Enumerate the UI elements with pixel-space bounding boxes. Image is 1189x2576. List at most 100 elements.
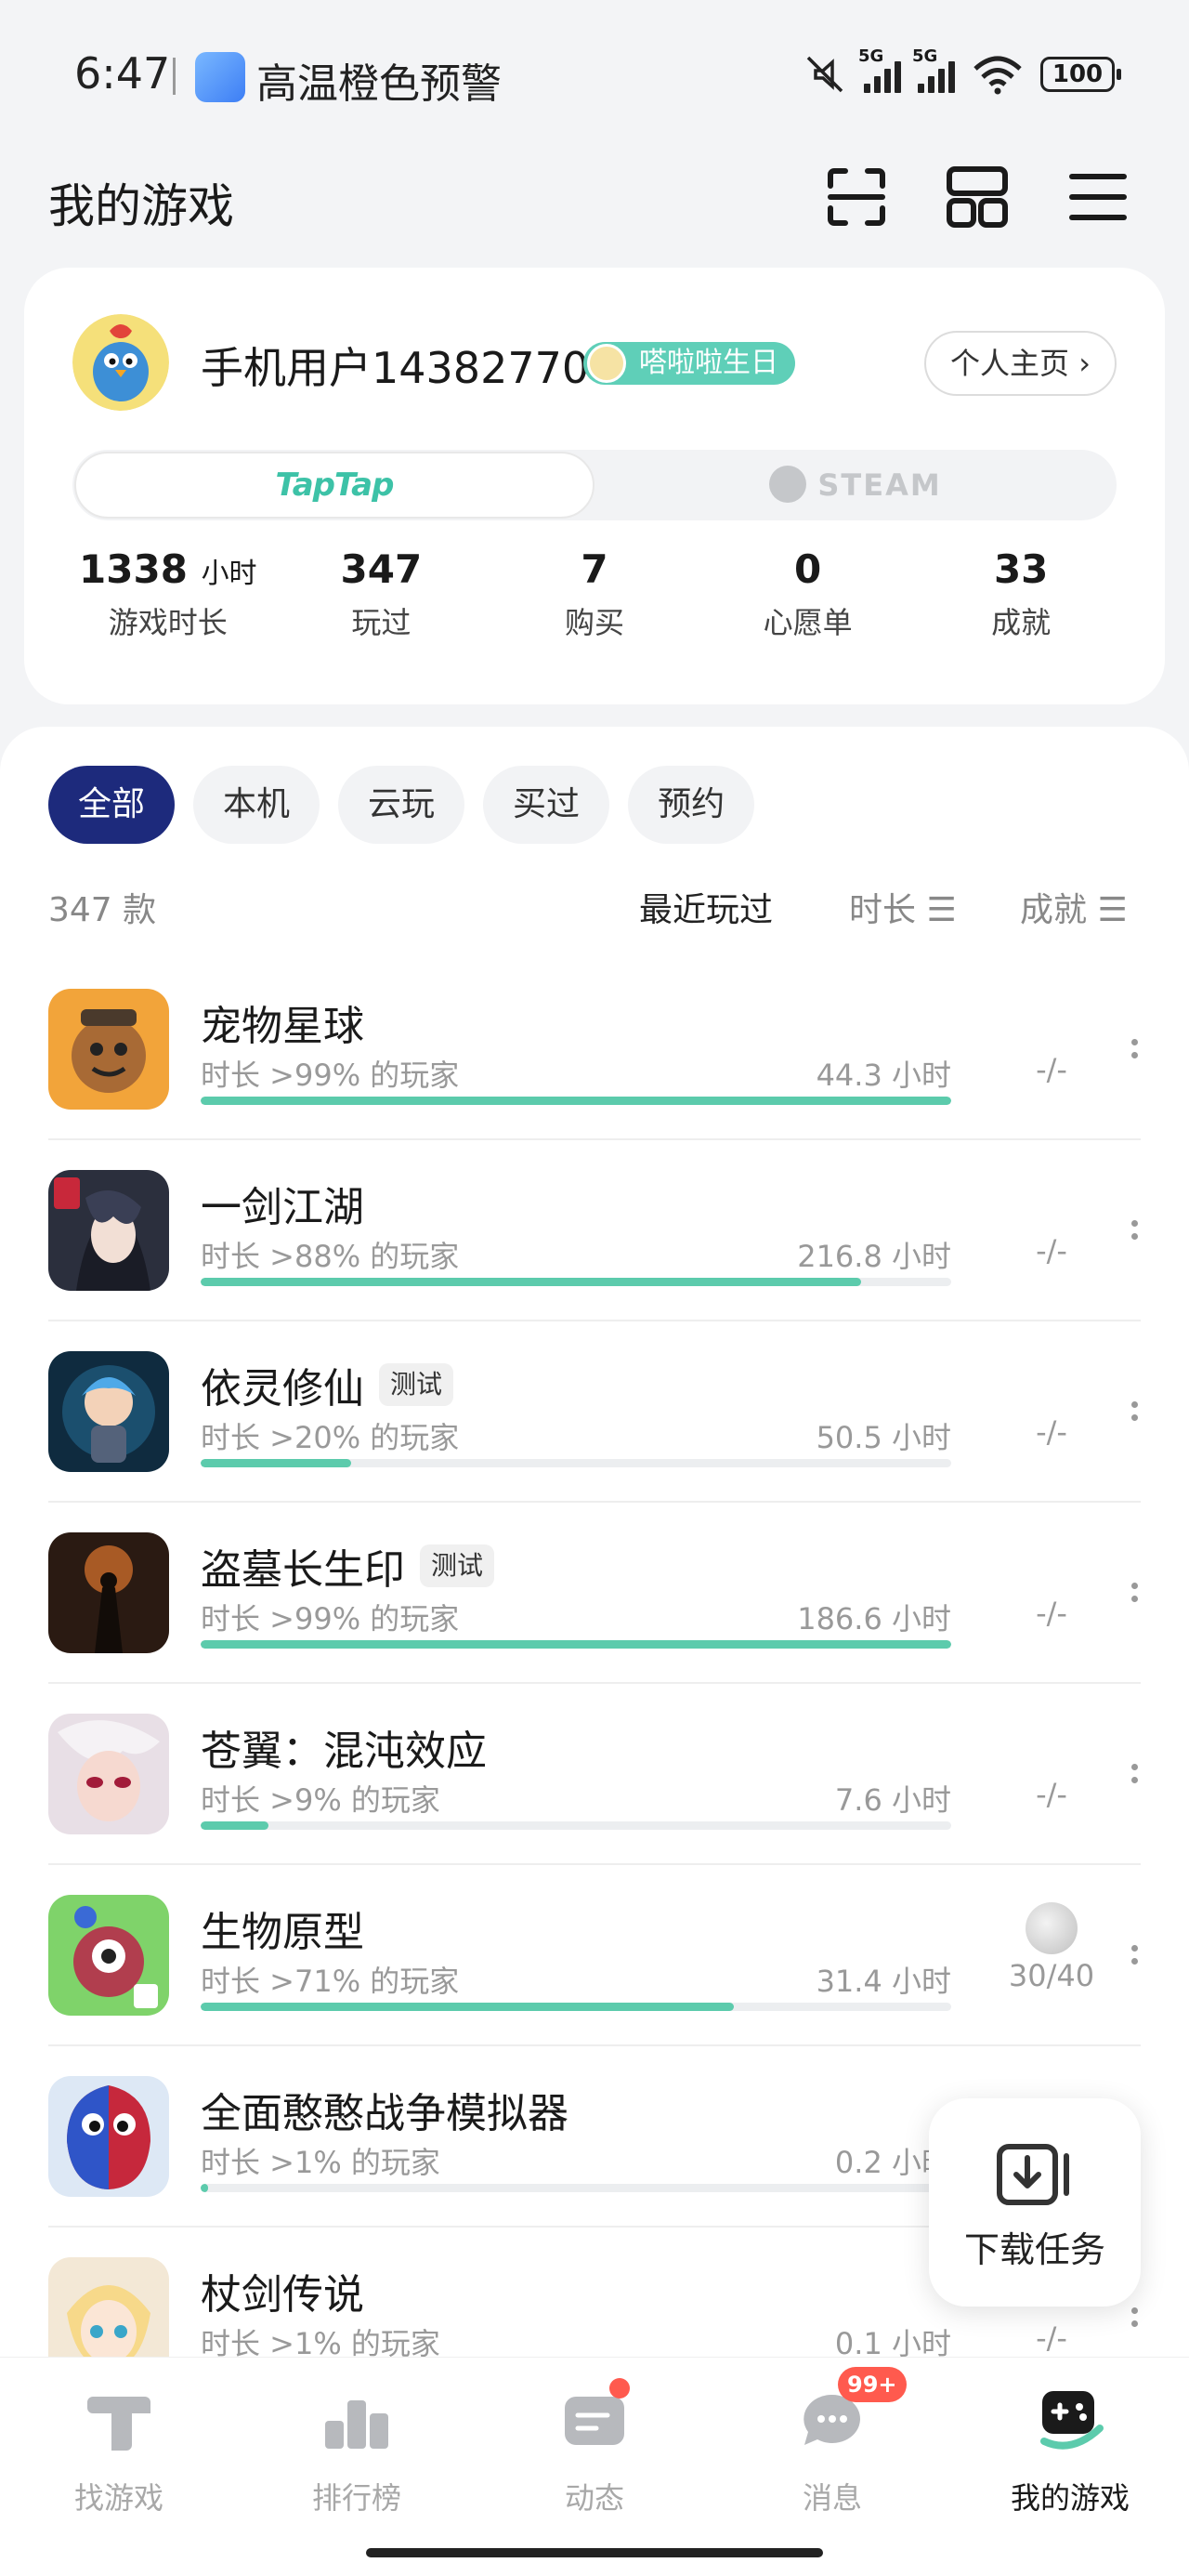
game-icon bbox=[48, 1714, 169, 1834]
steam-icon bbox=[769, 466, 807, 503]
game-name: 盗墓长生印 测试 bbox=[201, 1536, 495, 1596]
stat-wishlist[interactable]: 0 心愿单 bbox=[701, 546, 915, 642]
game-rank: 时长 >1% 的玩家 bbox=[201, 2145, 440, 2180]
progress-fill bbox=[201, 2003, 734, 2011]
list-item[interactable]: 苍翼：混沌效应 时长 >9% 的玩家 7.6 小时 -/- bbox=[48, 1684, 1141, 1865]
avatar[interactable] bbox=[72, 314, 169, 411]
game-name: 生物原型 bbox=[201, 1899, 364, 1958]
stat-value: 1338 小时 bbox=[61, 546, 275, 592]
game-title: 宠物星球 bbox=[201, 1003, 364, 1050]
more-icon[interactable] bbox=[1131, 1220, 1141, 1257]
list-item[interactable]: 盗墓长生印 测试 时长 >99% 的玩家 186.6 小时 -/- bbox=[48, 1503, 1141, 1684]
download-task-label: 下载任务 bbox=[963, 2229, 1105, 2270]
weather-alert: 高温橙色预警 bbox=[256, 60, 502, 108]
test-badge: 测试 bbox=[379, 1363, 454, 1406]
more-icon[interactable] bbox=[1131, 1764, 1141, 1801]
sort-duration[interactable]: 时长 ☰ bbox=[849, 883, 957, 931]
stat-playtime[interactable]: 1338 小时 游戏时长 bbox=[61, 546, 275, 642]
feed-unread-dot bbox=[609, 2378, 630, 2399]
scan-icon[interactable] bbox=[819, 160, 894, 234]
game-achievement: -/- bbox=[1036, 1777, 1067, 1812]
mute-icon bbox=[806, 56, 843, 93]
platform-switch: TapTap STEAM bbox=[72, 450, 1117, 520]
sort-achievement[interactable]: 成就 ☰ bbox=[1020, 883, 1128, 931]
sort-recent[interactable]: 最近玩过 bbox=[639, 883, 773, 931]
playtime-progress bbox=[201, 1459, 951, 1467]
tab-taptap[interactable]: TapTap bbox=[74, 452, 594, 519]
game-rank: 时长 >20% 的玩家 bbox=[201, 1420, 460, 1455]
stat-unit: 小时 bbox=[201, 558, 257, 590]
nav-messages[interactable]: 99+ 消息 bbox=[749, 2367, 916, 2517]
test-badge: 测试 bbox=[420, 1544, 495, 1587]
message-count-badge: 99+ bbox=[838, 2367, 907, 2402]
game-icon bbox=[48, 989, 169, 1110]
game-title: 全面憨憨战争模拟器 bbox=[201, 2090, 568, 2137]
more-icon[interactable] bbox=[1131, 1583, 1141, 1620]
status-bar: 6:47 高温橙色预警 5G 5G 100 bbox=[0, 0, 1189, 139]
game-name: 杖剑传说 bbox=[201, 2261, 364, 2320]
game-title: 生物原型 bbox=[201, 1909, 364, 1956]
stat-purchased[interactable]: 7 购买 bbox=[488, 546, 701, 642]
list-item[interactable]: 生物原型 时长 >71% 的玩家 31.4 小时 30/40 bbox=[48, 1865, 1141, 2046]
download-task-button[interactable]: 下载任务 bbox=[929, 2098, 1141, 2307]
game-icon bbox=[48, 2076, 169, 2197]
game-title: 盗墓长生印 bbox=[201, 1546, 405, 1594]
filter-bought[interactable]: 买过 bbox=[483, 766, 610, 844]
game-achievement: -/- bbox=[1036, 1596, 1067, 1631]
stat-achievements[interactable]: 33 成就 bbox=[914, 546, 1128, 642]
nav-my-games[interactable]: 我的游戏 bbox=[986, 2384, 1154, 2517]
game-name: 一剑江湖 bbox=[201, 1174, 364, 1233]
more-icon[interactable] bbox=[1131, 2307, 1141, 2345]
stat-label: 玩过 bbox=[351, 605, 412, 640]
signal-5g-icon-2: 5G bbox=[912, 46, 955, 93]
playtime-progress bbox=[201, 1821, 951, 1830]
game-title: 依灵修仙 bbox=[201, 1365, 364, 1413]
home-indicator[interactable] bbox=[366, 2548, 823, 2557]
profile-home-button[interactable]: 个人主页 › bbox=[924, 331, 1117, 396]
progress-fill bbox=[201, 1097, 951, 1105]
more-icon[interactable] bbox=[1131, 1401, 1141, 1439]
stat-number: 33 bbox=[993, 546, 1049, 592]
list-item[interactable]: 宠物星球 时长 >99% 的玩家 44.3 小时 -/- bbox=[48, 959, 1141, 1140]
progress-fill bbox=[201, 1278, 862, 1286]
wifi-icon bbox=[973, 56, 1022, 95]
menu-icon[interactable] bbox=[1061, 160, 1135, 234]
filter-reserved[interactable]: 预约 bbox=[628, 766, 755, 844]
game-hours: 50.5 小时 bbox=[816, 1420, 951, 1455]
tab-steam-label: STEAM bbox=[817, 467, 942, 503]
playtime-progress bbox=[201, 2003, 951, 2011]
ranking-icon bbox=[321, 2384, 392, 2454]
list-item[interactable]: 一剑江湖 时长 >88% 的玩家 216.8 小时 -/- bbox=[48, 1140, 1141, 1321]
game-achievement: 30/40 bbox=[1008, 1958, 1095, 1993]
more-icon[interactable] bbox=[1131, 1039, 1141, 1076]
game-name: 宠物星球 bbox=[201, 992, 364, 1052]
game-achievement: -/- bbox=[1036, 2320, 1067, 2356]
birthday-badge[interactable]: 嗒啦啦生日 bbox=[583, 342, 795, 385]
game-title: 苍翼：混沌效应 bbox=[201, 1728, 487, 1775]
nav-rankings[interactable]: 排行榜 bbox=[273, 2384, 440, 2517]
playtime-progress bbox=[201, 1640, 951, 1649]
filter-local[interactable]: 本机 bbox=[193, 766, 320, 844]
tab-steam[interactable]: STEAM bbox=[594, 450, 1117, 520]
stat-played[interactable]: 347 玩过 bbox=[275, 546, 489, 642]
filter-all[interactable]: 全部 bbox=[48, 766, 176, 844]
stat-number: 1338 bbox=[79, 546, 188, 592]
more-icon[interactable] bbox=[1131, 1945, 1141, 1982]
grid-icon[interactable] bbox=[940, 160, 1014, 234]
stat-label: 游戏时长 bbox=[108, 605, 228, 640]
progress-fill bbox=[201, 1459, 351, 1467]
list-item[interactable]: 依灵修仙 测试 时长 >20% 的玩家 50.5 小时 -/- bbox=[48, 1321, 1141, 1503]
nav-feed[interactable]: 动态 bbox=[511, 2378, 678, 2517]
download-icon bbox=[997, 2144, 1069, 2205]
stat-number: 0 bbox=[793, 546, 822, 592]
nav-label: 消息 bbox=[802, 2480, 862, 2516]
message-icon: 99+ bbox=[797, 2367, 907, 2454]
profile-card: 手机用户14382770 嗒啦啦生日 个人主页 › TapTap STEAM 1… bbox=[24, 268, 1165, 704]
filter-cloud[interactable]: 云玩 bbox=[338, 766, 465, 844]
taptap-icon bbox=[84, 2384, 154, 2454]
stat-label: 心愿单 bbox=[763, 605, 853, 640]
nav-find-games[interactable]: 找游戏 bbox=[35, 2384, 203, 2517]
stat-label: 成就 bbox=[991, 605, 1052, 640]
progress-fill bbox=[201, 2184, 209, 2192]
nav-label: 动态 bbox=[564, 2480, 624, 2516]
